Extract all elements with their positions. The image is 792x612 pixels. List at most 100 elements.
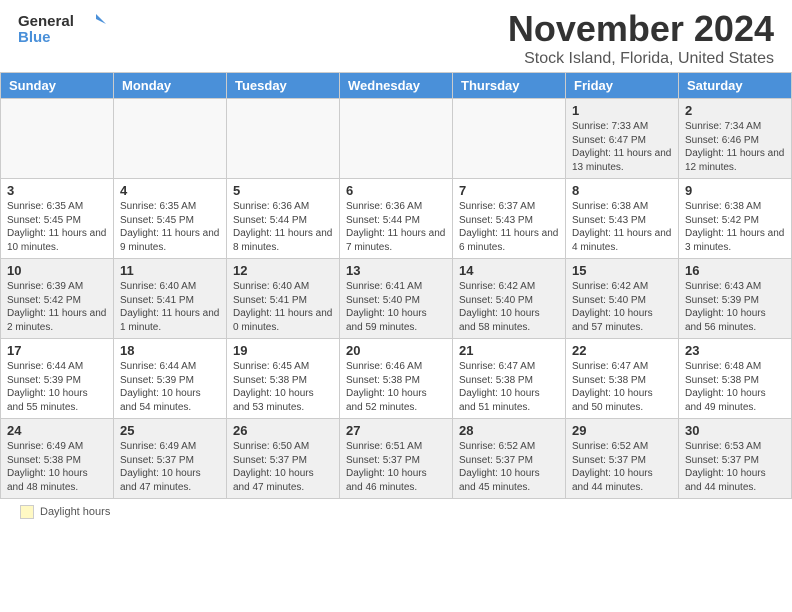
logo: General Blue: [18, 8, 108, 50]
calendar-cell: 4 Sunrise: 6:35 AM Sunset: 5:45 PM Daylig…: [114, 179, 227, 259]
day-number: 17: [7, 343, 107, 358]
calendar-cell: 17 Sunrise: 6:44 AM Sunset: 5:39 PM Dayli…: [1, 339, 114, 419]
calendar-cell: 15Sunrise: 6:42 AM Sunset: 5:40 PM Dayli…: [566, 259, 679, 339]
day-info: Sunrise: 6:35 AM Sunset: 5:45 PM Dayligh…: [7, 200, 107, 254]
dow-header: Saturday: [679, 73, 792, 99]
day-info: Sunrise: 6:38 AM Sunset: 5:42 PM Dayligh…: [685, 200, 785, 254]
day-info: Sunrise: 6:52 AM Sunset: 5:37 PM Dayligh…: [572, 440, 672, 494]
day-number: 21: [459, 343, 559, 358]
calendar-cell: 21 Sunrise: 6:47 AM Sunset: 5:38 PM Dayli…: [453, 339, 566, 419]
day-info: Sunrise: 6:44 AM Sunset: 5:39 PM Dayligh…: [7, 360, 107, 414]
day-number: 3: [7, 183, 107, 198]
dow-header: Tuesday: [227, 73, 340, 99]
day-info: Sunrise: 6:36 AM Sunset: 5:44 PM Dayligh…: [346, 200, 446, 254]
calendar-cell: 2 Sunrise: 7:34 AM Sunset: 6:46 PM Daylig…: [679, 99, 792, 179]
logo-svg: General Blue: [18, 8, 108, 50]
header: General Blue November 2024 Stock Island,…: [0, 0, 792, 72]
calendar-cell: [340, 99, 453, 179]
day-info: Sunrise: 7:34 AM Sunset: 6:46 PM Dayligh…: [685, 120, 785, 174]
footer-label: Daylight hours: [40, 506, 110, 518]
title-area: November 2024 Stock Island, Florida, Uni…: [508, 8, 774, 68]
day-info: Sunrise: 6:38 AM Sunset: 5:43 PM Dayligh…: [572, 200, 672, 254]
calendar-cell: 9Sunrise: 6:38 AM Sunset: 5:42 PM Daylig…: [679, 179, 792, 259]
subtitle: Stock Island, Florida, United States: [508, 50, 774, 68]
calendar-cell: 29 Sunrise: 6:52 AM Sunset: 5:37 PM Dayli…: [566, 419, 679, 499]
day-info: Sunrise: 6:48 AM Sunset: 5:38 PM Dayligh…: [685, 360, 785, 414]
calendar-cell: 16Sunrise: 6:43 AM Sunset: 5:39 PM Dayli…: [679, 259, 792, 339]
day-info: Sunrise: 6:45 AM Sunset: 5:38 PM Dayligh…: [233, 360, 333, 414]
calendar-cell: 18Sunrise: 6:44 AM Sunset: 5:39 PM Dayli…: [114, 339, 227, 419]
day-number: 27: [346, 423, 446, 438]
day-info: Sunrise: 6:40 AM Sunset: 5:41 PM Dayligh…: [120, 280, 220, 334]
calendar-cell: 10 Sunrise: 6:39 AM Sunset: 5:42 PM Dayli…: [1, 259, 114, 339]
day-info: Sunrise: 6:41 AM Sunset: 5:40 PM Dayligh…: [346, 280, 446, 334]
calendar-cell: 11 Sunrise: 6:40 AM Sunset: 5:41 PM Dayli…: [114, 259, 227, 339]
day-info: Sunrise: 6:52 AM Sunset: 5:37 PM Dayligh…: [459, 440, 559, 494]
dow-header: Wednesday: [340, 73, 453, 99]
day-number: 11: [120, 263, 220, 278]
calendar-cell: 8Sunrise: 6:38 AM Sunset: 5:43 PM Daylig…: [566, 179, 679, 259]
calendar-cell: 13 Sunrise: 6:41 AM Sunset: 5:40 PM Dayli…: [340, 259, 453, 339]
calendar-cell: 19 Sunrise: 6:45 AM Sunset: 5:38 PM Dayli…: [227, 339, 340, 419]
calendar-cell: 5 Sunrise: 6:36 AM Sunset: 5:44 PM Daylig…: [227, 179, 340, 259]
calendar-cell: [1, 99, 114, 179]
day-info: Sunrise: 6:37 AM Sunset: 5:43 PM Dayligh…: [459, 200, 559, 254]
calendar-cell: 14Sunrise: 6:42 AM Sunset: 5:40 PM Dayli…: [453, 259, 566, 339]
daylight-indicator: [20, 505, 34, 519]
day-info: Sunrise: 6:46 AM Sunset: 5:38 PM Dayligh…: [346, 360, 446, 414]
calendar-cell: 12 Sunrise: 6:40 AM Sunset: 5:41 PM Dayli…: [227, 259, 340, 339]
day-info: Sunrise: 7:33 AM Sunset: 6:47 PM Dayligh…: [572, 120, 672, 174]
day-info: Sunrise: 6:47 AM Sunset: 5:38 PM Dayligh…: [572, 360, 672, 414]
day-number: 10: [7, 263, 107, 278]
calendar-cell: [227, 99, 340, 179]
day-info: Sunrise: 6:49 AM Sunset: 5:37 PM Dayligh…: [120, 440, 220, 494]
calendar-cell: 30Sunrise: 6:53 AM Sunset: 5:37 PM Dayli…: [679, 419, 792, 499]
day-number: 24: [7, 423, 107, 438]
calendar-cell: [453, 99, 566, 179]
calendar-table: SundayMondayTuesdayWednesdayThursdayFrid…: [0, 72, 792, 499]
day-number: 19: [233, 343, 333, 358]
day-number: 15: [572, 263, 672, 278]
day-number: 6: [346, 183, 446, 198]
day-info: Sunrise: 6:49 AM Sunset: 5:38 PM Dayligh…: [7, 440, 107, 494]
calendar-cell: 1 Sunrise: 7:33 AM Sunset: 6:47 PM Daylig…: [566, 99, 679, 179]
calendar-cell: 23 Sunrise: 6:48 AM Sunset: 5:38 PM Dayli…: [679, 339, 792, 419]
day-number: 14: [459, 263, 559, 278]
day-number: 20: [346, 343, 446, 358]
dow-header: Monday: [114, 73, 227, 99]
calendar-cell: 22Sunrise: 6:47 AM Sunset: 5:38 PM Dayli…: [566, 339, 679, 419]
main-title: November 2024: [508, 8, 774, 50]
day-number: 13: [346, 263, 446, 278]
calendar-cell: [114, 99, 227, 179]
calendar-cell: 7Sunrise: 6:37 AM Sunset: 5:43 PM Daylig…: [453, 179, 566, 259]
calendar-cell: 3 Sunrise: 6:35 AM Sunset: 5:45 PM Daylig…: [1, 179, 114, 259]
day-number: 26: [233, 423, 333, 438]
dow-header: Sunday: [1, 73, 114, 99]
calendar-cell: 25Sunrise: 6:49 AM Sunset: 5:37 PM Dayli…: [114, 419, 227, 499]
calendar-cell: 26 Sunrise: 6:50 AM Sunset: 5:37 PM Dayli…: [227, 419, 340, 499]
calendar-cell: 28 Sunrise: 6:52 AM Sunset: 5:37 PM Dayli…: [453, 419, 566, 499]
day-info: Sunrise: 6:53 AM Sunset: 5:37 PM Dayligh…: [685, 440, 785, 494]
day-number: 2: [685, 103, 785, 118]
dow-header: Friday: [566, 73, 679, 99]
day-number: 1: [572, 103, 672, 118]
day-info: Sunrise: 6:39 AM Sunset: 5:42 PM Dayligh…: [7, 280, 107, 334]
day-info: Sunrise: 6:51 AM Sunset: 5:37 PM Dayligh…: [346, 440, 446, 494]
calendar-cell: 6 Sunrise: 6:36 AM Sunset: 5:44 PM Daylig…: [340, 179, 453, 259]
svg-text:General: General: [18, 13, 74, 30]
day-number: 23: [685, 343, 785, 358]
day-info: Sunrise: 6:47 AM Sunset: 5:38 PM Dayligh…: [459, 360, 559, 414]
svg-text:Blue: Blue: [18, 29, 51, 46]
day-number: 28: [459, 423, 559, 438]
day-number: 4: [120, 183, 220, 198]
day-info: Sunrise: 6:50 AM Sunset: 5:37 PM Dayligh…: [233, 440, 333, 494]
day-info: Sunrise: 6:35 AM Sunset: 5:45 PM Dayligh…: [120, 200, 220, 254]
day-number: 16: [685, 263, 785, 278]
day-info: Sunrise: 6:40 AM Sunset: 5:41 PM Dayligh…: [233, 280, 333, 334]
day-number: 5: [233, 183, 333, 198]
day-number: 29: [572, 423, 672, 438]
footer: Daylight hours: [0, 499, 792, 525]
day-number: 12: [233, 263, 333, 278]
day-info: Sunrise: 6:36 AM Sunset: 5:44 PM Dayligh…: [233, 200, 333, 254]
day-info: Sunrise: 6:44 AM Sunset: 5:39 PM Dayligh…: [120, 360, 220, 414]
